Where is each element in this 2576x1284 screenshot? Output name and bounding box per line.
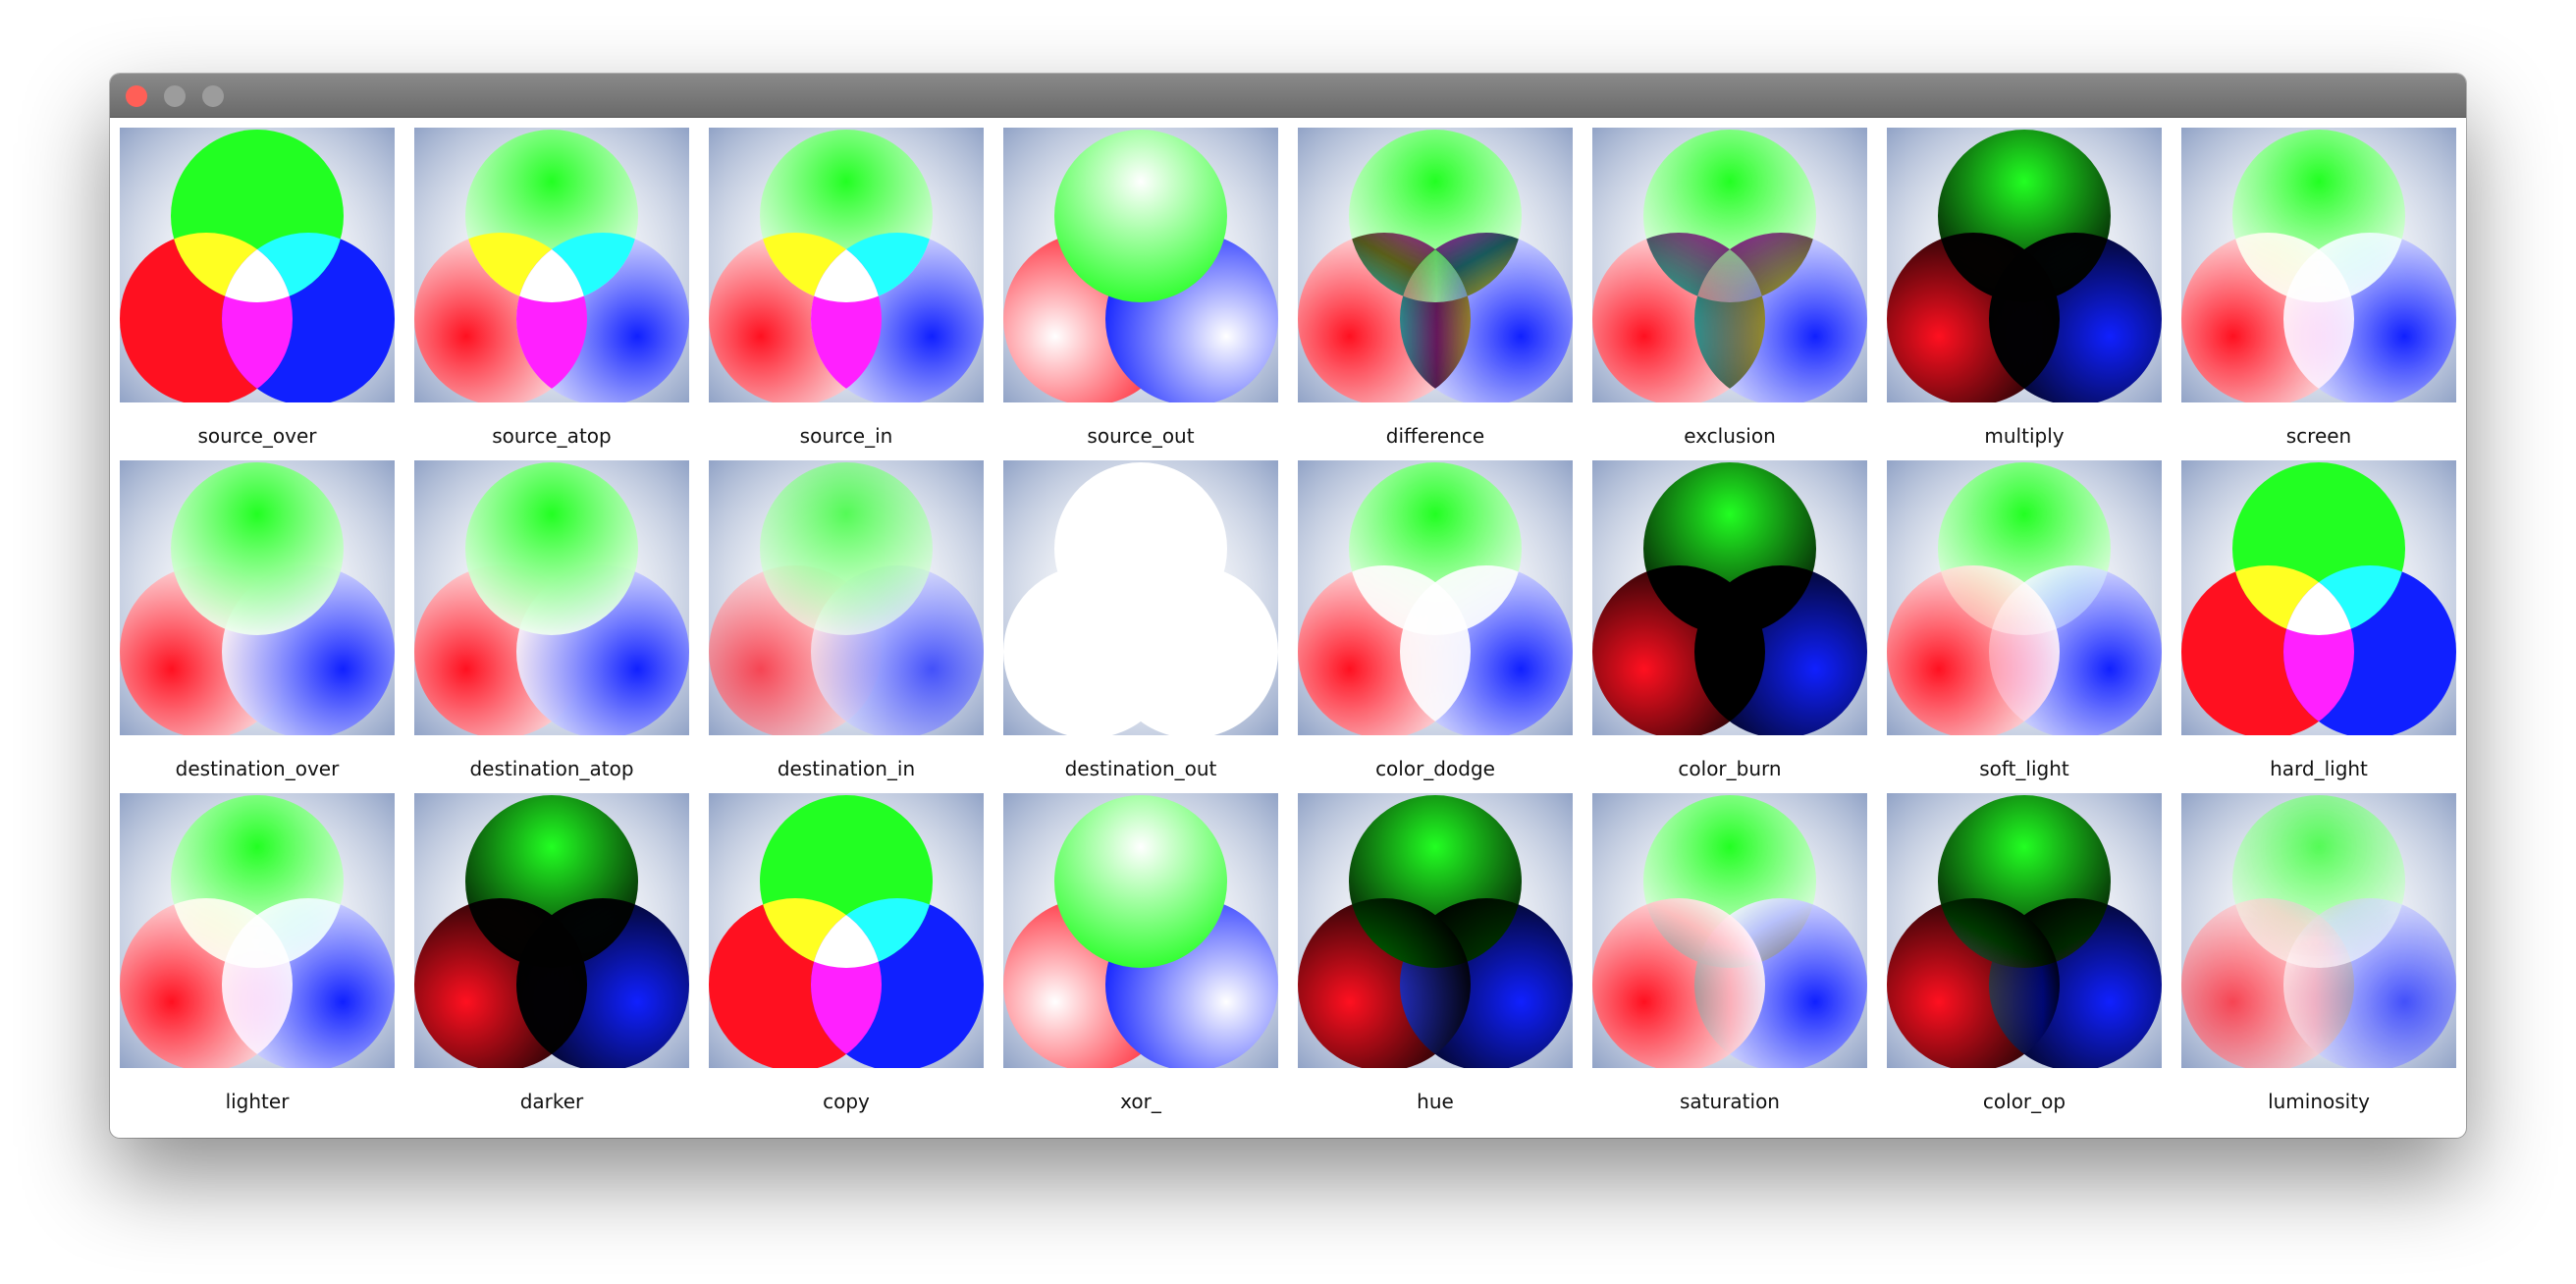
mode-label: exclusion [1583,424,1877,448]
blend-tile-screen: screen [2172,118,2466,452]
green-circle [1643,795,1816,968]
blend-preview [1003,128,1278,402]
green-circle [1938,130,2111,302]
blend-tile-destination-out: destination_out [993,451,1288,784]
blend-tile-copy: copy [699,783,993,1117]
blend-tile-destination-atop: destination_atop [404,451,699,784]
green-circle [1643,462,1816,635]
blend-preview [120,793,395,1068]
green-circle [171,462,344,635]
green-circle [1054,795,1227,968]
blend-tile-lighter: lighter [110,783,404,1117]
mode-label: source_in [699,424,993,448]
mode-label: darker [404,1090,699,1113]
green-circle [1349,130,1522,302]
mode-label: multiply [1877,424,2172,448]
blend-tile-source-over: source_over [110,118,404,452]
green-circle [1349,795,1522,968]
close-button[interactable] [126,85,147,107]
mode-label: source_over [110,424,404,448]
blend-preview [709,793,984,1068]
blend-preview [414,460,689,735]
blend-preview [1887,128,2162,402]
mode-label: copy [699,1090,993,1113]
blend-tile-soft-light: soft_light [1877,451,2172,784]
blend-preview [1003,793,1278,1068]
mode-label: destination_over [110,757,404,780]
mode-label: screen [2172,424,2466,448]
green-circle [465,795,638,968]
blend-preview [120,460,395,735]
mode-label: color_op [1877,1090,2172,1113]
blend-preview [2181,793,2456,1068]
blend-preview [414,128,689,402]
blend-tile-difference: difference [1288,118,1583,452]
blend-tile-exclusion: exclusion [1583,118,1877,452]
blend-preview [1592,460,1867,735]
blend-preview [2181,460,2456,735]
blend-preview [120,128,395,402]
blend-preview [1887,460,2162,735]
mode-label: hue [1288,1090,1583,1113]
blend-preview [1887,793,2162,1068]
mode-label: color_dodge [1288,757,1583,780]
mode-label: xor_ [993,1090,1288,1113]
blend-preview [1298,128,1573,402]
mode-label: lighter [110,1090,404,1113]
blend-tile-multiply: multiply [1877,118,2172,452]
blend-preview [709,460,984,735]
blend-preview [1298,793,1573,1068]
mode-label: destination_atop [404,757,699,780]
blend-tile-color-dodge: color_dodge [1288,451,1583,784]
mode-label: destination_out [993,757,1288,780]
zoom-button[interactable] [202,85,224,107]
green-circle [1938,462,2111,635]
mode-label: saturation [1583,1090,1877,1113]
blend-tile-luminosity: luminosity [2172,783,2466,1117]
blend-tile-source-in: source_in [699,118,993,452]
blend-preview [709,128,984,402]
green-circle [1349,462,1522,635]
mode-label: destination_in [699,757,993,780]
blend-tile-xor: xor_ [993,783,1288,1117]
blend-tile-destination-in: destination_in [699,451,993,784]
blend-preview [1003,460,1278,735]
green-circle [465,462,638,635]
blend-tile-destination-over: destination_over [110,451,404,784]
green-circle [1643,130,1816,302]
blend-tile-color-op: color_op [1877,783,2172,1117]
blend-tile-source-atop: source_atop [404,118,699,452]
blend-tile-saturation: saturation [1583,783,1877,1117]
mode-label: luminosity [2172,1090,2466,1113]
green-circle [171,795,344,968]
blend-tile-darker: darker [404,783,699,1117]
green-circle [1938,795,2111,968]
minimize-button[interactable] [164,85,186,107]
mode-label: color_burn [1583,757,1877,780]
blend-tile-color-burn: color_burn [1583,451,1877,784]
mode-label: soft_light [1877,757,2172,780]
blend-preview [2181,128,2456,402]
green-circle [2232,130,2405,302]
blend-mode-grid: source_over source_atop source_in source_ou… [110,118,2466,1138]
blend-tile-source-out: source_out [993,118,1288,452]
green-circle [1054,130,1227,302]
mode-label: source_out [993,424,1288,448]
green-circle [760,462,933,635]
app-window: source_over source_atop source_in source_ou… [110,74,2466,1138]
blend-preview [1592,128,1867,402]
mode-label: hard_light [2172,757,2466,780]
blend-preview [1298,460,1573,735]
blend-preview [1592,793,1867,1068]
title-bar[interactable] [110,74,2466,118]
green-circle [2232,795,2405,968]
blend-tile-hue: hue [1288,783,1583,1117]
green-circle [1054,462,1227,635]
mode-label: source_atop [404,424,699,448]
mode-label: difference [1288,424,1583,448]
blend-tile-hard-light: hard_light [2172,451,2466,784]
blend-preview [414,793,689,1068]
